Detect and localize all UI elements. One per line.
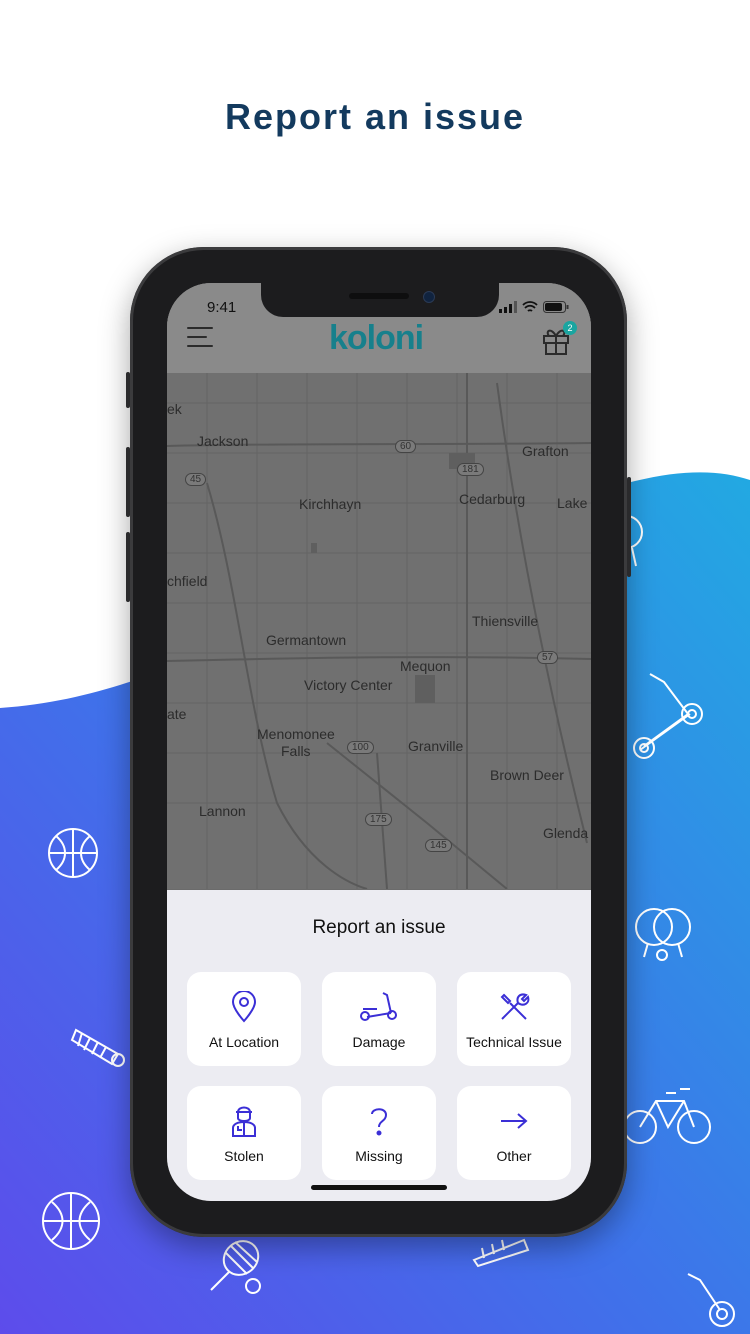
map-label: Kirchhayn — [299, 496, 362, 512]
scooter-icon — [360, 992, 397, 1021]
speaker-grille — [349, 293, 409, 299]
map-label: Mequon — [400, 658, 451, 674]
bicycle-icon — [622, 1085, 714, 1147]
page-headline: Report an issue — [224, 96, 526, 137]
power-button — [627, 477, 631, 577]
tennis-racket-icon — [205, 1238, 265, 1296]
option-label: Stolen — [224, 1148, 264, 1164]
map-label: Germantown — [266, 632, 347, 648]
question-mark-icon — [371, 1108, 388, 1136]
map-label: ek — [167, 401, 182, 417]
mute-switch — [126, 372, 130, 408]
option-label: Missing — [355, 1148, 403, 1164]
signal-icon — [499, 301, 517, 313]
map-label: Falls — [281, 743, 311, 759]
arrow-right-icon — [501, 1113, 528, 1129]
map-label: Jackson — [197, 433, 249, 449]
gift-button[interactable]: 2 — [541, 321, 577, 355]
ping-pong-icon — [632, 905, 692, 963]
phone-screen: Jackson Grafton Kirchhayn Cedarburg Lake… — [167, 283, 591, 1201]
map-label: Lannon — [199, 803, 246, 819]
map-pin-icon — [231, 991, 257, 1023]
wifi-icon — [522, 301, 538, 312]
front-camera — [423, 291, 435, 303]
map-label: ate — [167, 706, 187, 722]
shuttlecock-icon — [68, 1020, 128, 1070]
map-label: Victory Center — [304, 677, 393, 693]
map-label: Lake — [557, 495, 588, 511]
map-label: Glenda — [543, 825, 589, 841]
sheet-title: Report an issue — [312, 917, 446, 938]
map-label: chfield — [167, 573, 208, 589]
phone-notch — [261, 283, 499, 317]
option-label: Technical Issue — [466, 1034, 562, 1050]
highway-shield: 145 — [425, 839, 452, 852]
volume-down-button — [126, 532, 130, 602]
menu-button[interactable] — [187, 327, 217, 349]
highway-shield: 60 — [395, 440, 417, 453]
scooter-icon — [680, 1270, 744, 1334]
map-roads — [167, 283, 591, 889]
volume-up-button — [126, 447, 130, 517]
option-stolen[interactable]: Stolen — [187, 1086, 301, 1180]
notification-badge: 2 — [563, 321, 577, 335]
map-label: Brown Deer — [490, 767, 564, 783]
option-technical-issue[interactable]: Technical Issue — [457, 972, 571, 1066]
thief-icon — [232, 1106, 256, 1137]
highway-shield: 181 — [457, 463, 484, 476]
highway-shield: 45 — [185, 473, 207, 486]
wrench-screwdriver-icon — [500, 993, 530, 1020]
map-label: Grafton — [522, 443, 569, 459]
highway-shield: 57 — [537, 651, 559, 664]
option-at-location[interactable]: At Location — [187, 972, 301, 1066]
option-damage[interactable]: Damage — [322, 972, 436, 1066]
phone-mockup: Jackson Grafton Kirchhayn Cedarburg Lake… — [126, 247, 631, 1237]
map-label: Thiensville — [472, 613, 539, 629]
status-time: 9:41 — [207, 299, 237, 316]
status-icons — [499, 301, 569, 313]
map-label: Menomonee — [257, 726, 335, 742]
scooter-icon — [630, 670, 708, 762]
report-sheet: Report an issue At Location Damage Techn… — [167, 890, 591, 1201]
option-label: Damage — [352, 1034, 406, 1050]
app-logo: koloni — [329, 319, 424, 357]
option-label: At Location — [208, 1034, 280, 1050]
home-indicator[interactable] — [311, 1185, 447, 1190]
map-label: Cedarburg — [459, 491, 526, 507]
basketball-icon — [46, 826, 100, 880]
option-missing[interactable]: Missing — [322, 1086, 436, 1180]
map-view[interactable]: Jackson Grafton Kirchhayn Cedarburg Lake… — [167, 283, 591, 889]
highway-shield: 100 — [347, 741, 374, 754]
basketball-icon — [40, 1190, 102, 1252]
map-label: Granville — [408, 738, 464, 754]
option-label: Other — [496, 1148, 532, 1164]
highway-shield: 175 — [365, 813, 392, 826]
battery-icon — [543, 301, 569, 313]
option-other[interactable]: Other — [457, 1086, 571, 1180]
